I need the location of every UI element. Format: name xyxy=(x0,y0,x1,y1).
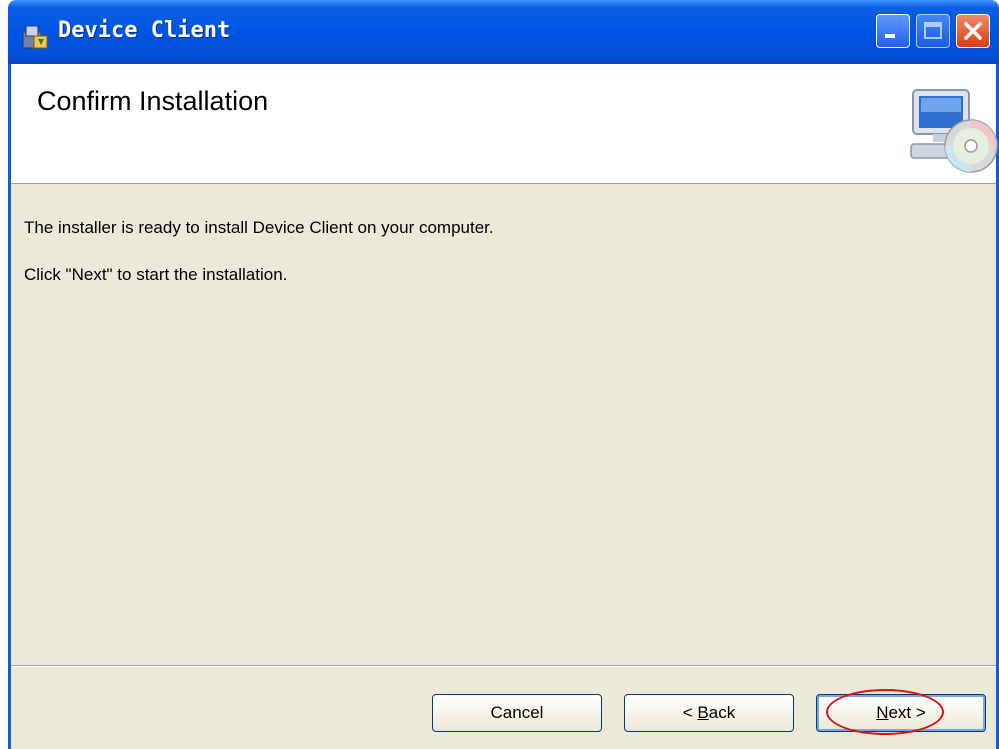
back-button[interactable]: < Back xyxy=(624,694,794,732)
next-button[interactable]: Next > xyxy=(816,694,986,732)
back-button-rest: ack xyxy=(708,703,736,722)
back-button-prefix: < xyxy=(682,703,698,722)
instruction-message: Click "Next" to start the installation. xyxy=(24,265,288,284)
title-bar[interactable]: Device Client xyxy=(8,0,999,64)
minimize-icon xyxy=(885,34,895,38)
close-button[interactable] xyxy=(956,14,990,48)
cancel-button-label: Cancel xyxy=(490,703,544,722)
maximize-button[interactable] xyxy=(916,14,950,48)
window-title: Device Client xyxy=(58,18,231,43)
page-title: Confirm Installation xyxy=(37,86,269,116)
footer-divider xyxy=(11,665,996,667)
maximize-icon xyxy=(924,22,942,39)
computer-cd-icon xyxy=(910,89,998,173)
cancel-button[interactable]: Cancel xyxy=(432,694,602,732)
close-icon xyxy=(964,22,982,40)
installer-icon xyxy=(22,25,48,49)
back-button-mnemonic: B xyxy=(697,703,709,722)
next-button-mnemonic: N xyxy=(876,703,889,722)
minimize-button[interactable] xyxy=(876,14,910,48)
next-button-rest: ext > xyxy=(888,703,926,722)
header-panel: Confirm Installation xyxy=(11,64,998,184)
ready-message: The installer is ready to install Device… xyxy=(24,218,494,237)
